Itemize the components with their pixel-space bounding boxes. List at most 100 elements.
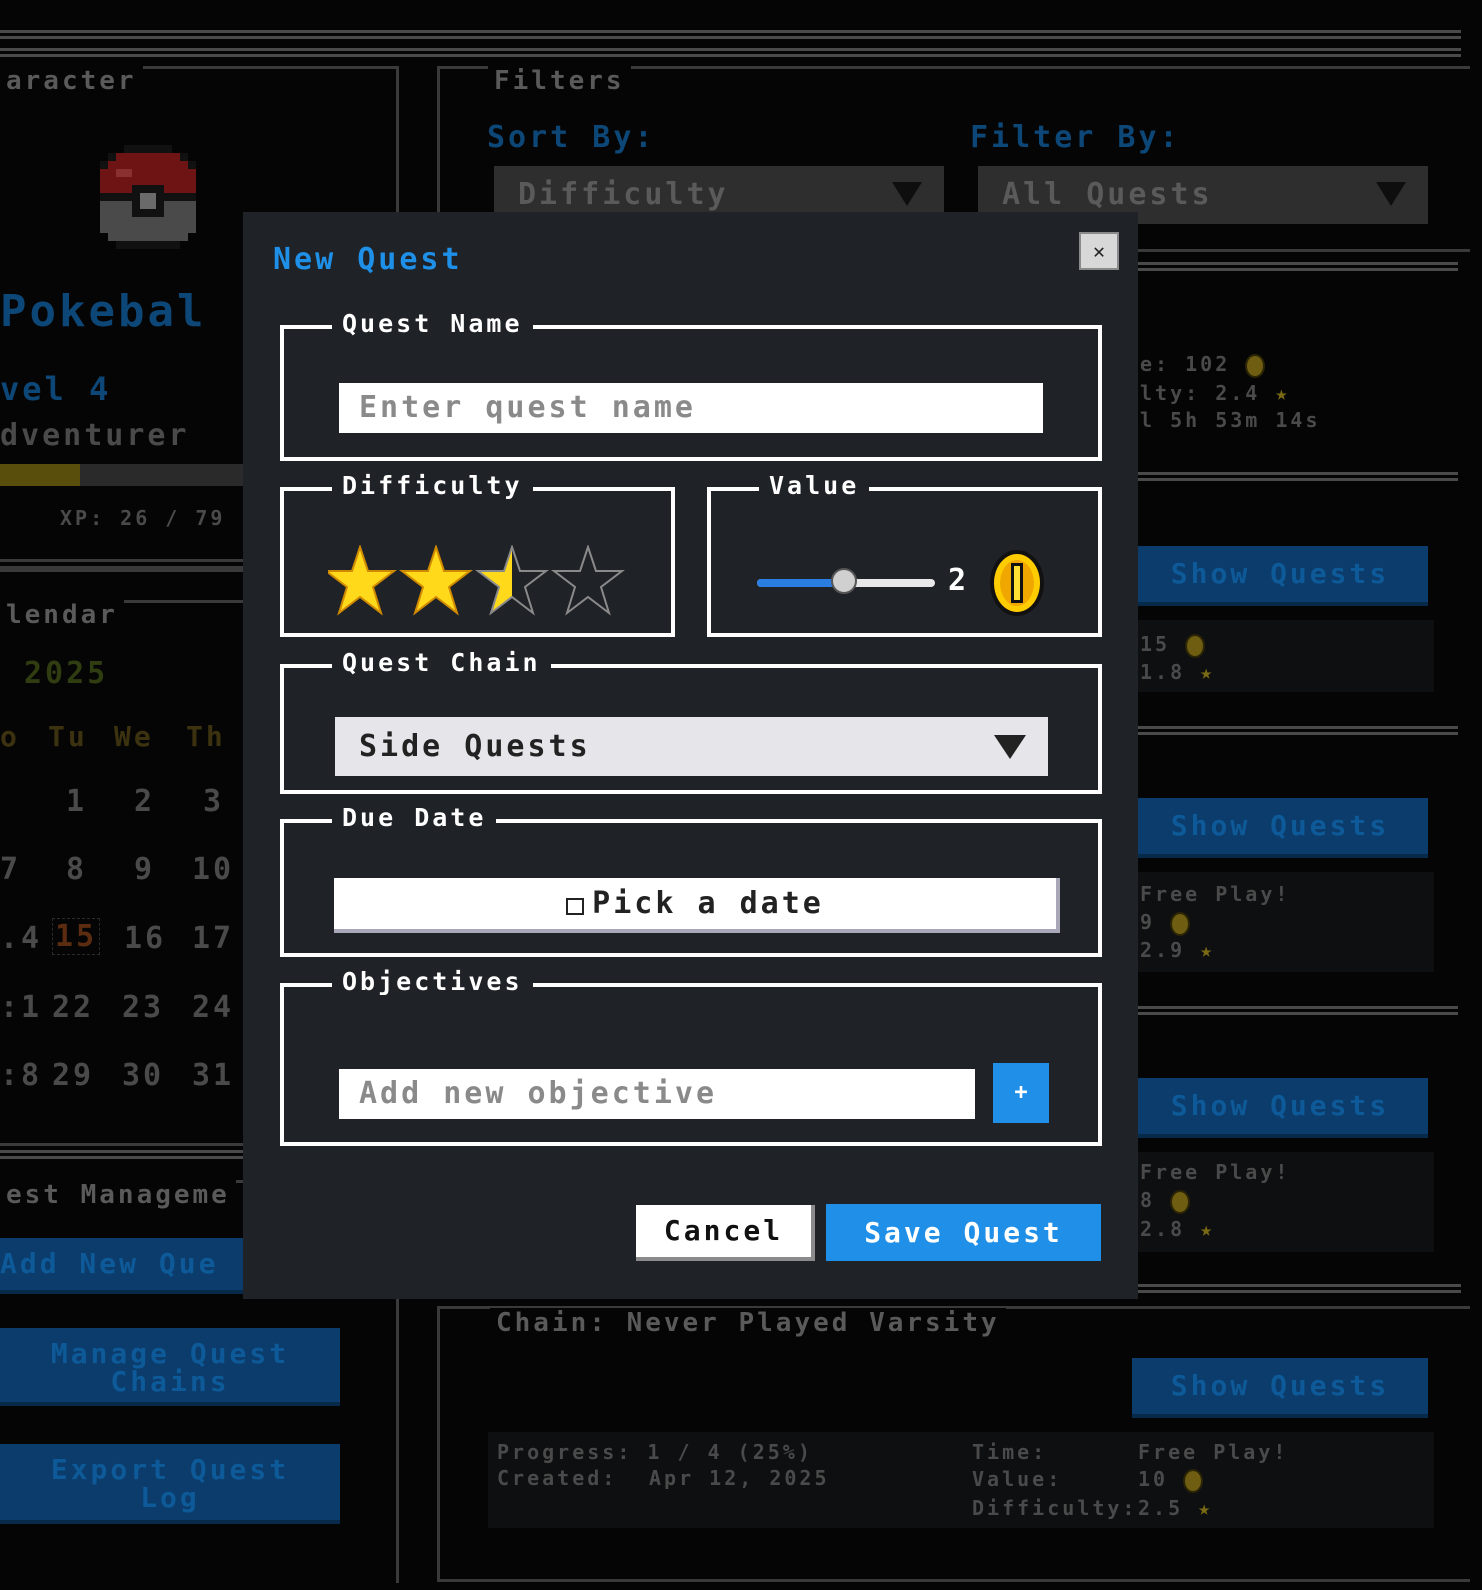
new-objective-input[interactable]: Add new objective (339, 1069, 975, 1119)
weekday: We (114, 720, 154, 753)
manage-quest-chains-button[interactable]: Manage Quest Chains (0, 1328, 340, 1406)
calendar-day[interactable]: 3 (203, 784, 224, 819)
export-quest-log-label-1: Export Quest (50, 1453, 290, 1486)
calendar-day[interactable]: 30 (122, 1058, 164, 1093)
calendar-day[interactable]: 29 (52, 1058, 94, 1093)
calendar-day[interactable]: 9 (134, 852, 155, 887)
value-slider-thumb[interactable] (831, 568, 857, 594)
quest-name-legend: Quest Name (332, 309, 533, 338)
calendar-day[interactable]: 1 (66, 784, 87, 819)
chain-time-label: Time: (972, 1440, 1048, 1464)
chain-stat: 9 (1140, 910, 1191, 936)
value-fieldset: Value 2 (707, 471, 1102, 637)
calendar-day[interactable]: :8 (0, 1058, 42, 1093)
column-divider (396, 1290, 399, 1568)
close-button[interactable]: ✕ (1079, 232, 1119, 270)
filter-by-label: Filter By: (970, 120, 1181, 155)
calendar-day-today[interactable]: 15 (52, 918, 101, 955)
calendar-day[interactable]: :1 (0, 990, 42, 1025)
star-icon[interactable] (399, 543, 473, 616)
quest-chain-fieldset: Quest Chain Side Quests (280, 648, 1102, 794)
calendar-day[interactable]: .4 (0, 921, 42, 956)
xp-bar (0, 464, 243, 486)
star-icon: ★ (1200, 938, 1216, 962)
chain-title: Chain: Never Played Varsity (490, 1308, 1006, 1338)
chain-stat-text: 8 (1140, 1188, 1156, 1212)
calendar-day[interactable]: 7 (0, 852, 21, 887)
chain-difficulty-label: Difficulty: (972, 1496, 1138, 1520)
export-quest-log-button[interactable]: Export Quest Log (0, 1444, 340, 1524)
coin-icon (1185, 633, 1206, 658)
show-quests-button[interactable]: Show Quests (1132, 546, 1428, 606)
quest-chain-select[interactable]: Side Quests (335, 717, 1048, 776)
quest-chain-legend: Quest Chain (332, 648, 551, 677)
weekday: Tu (48, 720, 88, 753)
character-panel-title: aracter (0, 66, 143, 96)
cancel-button[interactable]: Cancel (636, 1205, 815, 1261)
calendar-icon (566, 898, 585, 915)
chain-difficulty-value: 2.5 ★ (1138, 1496, 1213, 1520)
top-divider (0, 30, 1461, 42)
star-icon: ★ (1275, 381, 1291, 405)
calendar-day[interactable]: 24 (192, 990, 234, 1025)
value-legend: Value (759, 471, 870, 500)
coin-icon (1170, 911, 1191, 936)
save-quest-button[interactable]: Save Quest (826, 1204, 1101, 1261)
weekday: o (0, 720, 20, 753)
modal-title: New Quest (273, 242, 463, 277)
quest-chain-value: Side Quests (359, 729, 591, 764)
top-divider-2 (0, 48, 1461, 60)
export-quest-log-label-2: Log (140, 1481, 200, 1514)
pick-date-button[interactable]: Pick a date (334, 878, 1060, 933)
sort-by-label: Sort By: (487, 120, 656, 155)
calendar-day[interactable]: 16 (124, 921, 166, 956)
pokeball-avatar (92, 145, 204, 257)
calendar-day[interactable]: 2 (134, 784, 155, 819)
xp-text: XP: 26 / 79 (60, 506, 226, 530)
pick-date-label: Pick a date (592, 886, 824, 921)
add-new-quest-button[interactable]: Add New Que (0, 1238, 243, 1294)
calendar-day[interactable]: 31 (192, 1058, 234, 1093)
chain-stat-text: 1.8 (1140, 660, 1186, 684)
quest-name-input[interactable]: Enter quest name (339, 383, 1043, 433)
calendar-panel-title: lendar (0, 600, 124, 630)
star-icon: ★ (1198, 1496, 1214, 1520)
chain-stat: Free Play! (1140, 882, 1291, 906)
star-half-icon[interactable] (475, 543, 549, 616)
difficulty-star-rating[interactable] (323, 543, 628, 621)
chain-stat-text: 2.8 (1140, 1217, 1186, 1241)
chain-stat-text: 9 (1140, 910, 1156, 934)
show-quests-button[interactable]: Show Quests (1132, 1078, 1428, 1138)
chain-stat-text: lty: 2.4 (1140, 381, 1261, 405)
chain-stat-text: e: 102 (1140, 352, 1231, 376)
chain-stat-text: 2.9 (1140, 938, 1186, 962)
show-quests-button[interactable]: Show Quests (1132, 798, 1428, 858)
new-quest-modal: New Quest ✕ Quest Name Enter quest name … (243, 212, 1138, 1299)
difficulty-legend: Difficulty (332, 471, 533, 500)
star-icon[interactable] (323, 543, 397, 616)
coin-icon (987, 547, 1047, 623)
quest-management-divider (0, 1150, 243, 1162)
calendar-day[interactable]: 23 (122, 990, 164, 1025)
calendar-day[interactable]: 8 (66, 852, 87, 887)
coin-icon (1183, 1468, 1204, 1493)
value-number: 2 (948, 563, 970, 598)
calendar-divider (0, 566, 243, 572)
xp-bar-fill (0, 464, 80, 486)
chain-stat-text: 15 (1140, 632, 1171, 656)
value-slider[interactable] (757, 568, 935, 594)
star-icon: ★ (1200, 1217, 1216, 1241)
add-objective-button[interactable]: + (993, 1063, 1049, 1123)
calendar-day[interactable]: 17 (192, 921, 234, 956)
calendar-day[interactable]: 22 (52, 990, 94, 1025)
show-quests-button[interactable]: Show Quests (1132, 1358, 1428, 1418)
manage-quest-chains-label-1: Manage Quest (50, 1337, 290, 1370)
chain-created-label: Created: (497, 1466, 618, 1490)
chain-time-value: Free Play! (1138, 1440, 1289, 1464)
chain-stat: lty: 2.4 ★ (1140, 381, 1290, 405)
chain-stat: l 5h 53m 14s (1140, 408, 1321, 432)
star-empty-icon[interactable] (551, 543, 625, 616)
calendar-day[interactable]: 10 (192, 852, 234, 887)
chain-stat: 2.8 ★ (1140, 1217, 1215, 1241)
chain-value-value: 10 (1138, 1467, 1204, 1493)
